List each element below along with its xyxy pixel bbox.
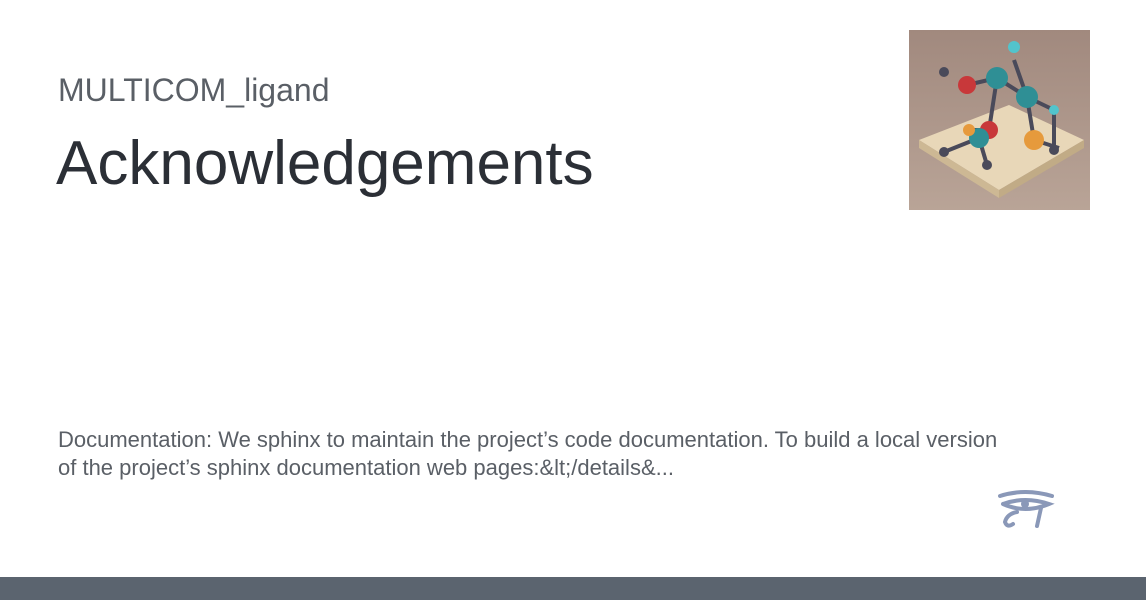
site-name: MULTICOM_ligand [58,72,330,108]
page-title: Acknowledgements [56,129,594,198]
eye-of-horus-icon [997,490,1055,532]
page-description: Documentation: We sphinx to maintain the… [58,427,998,480]
bottom-bar [0,577,1146,600]
molecule-illustration [909,30,1090,210]
